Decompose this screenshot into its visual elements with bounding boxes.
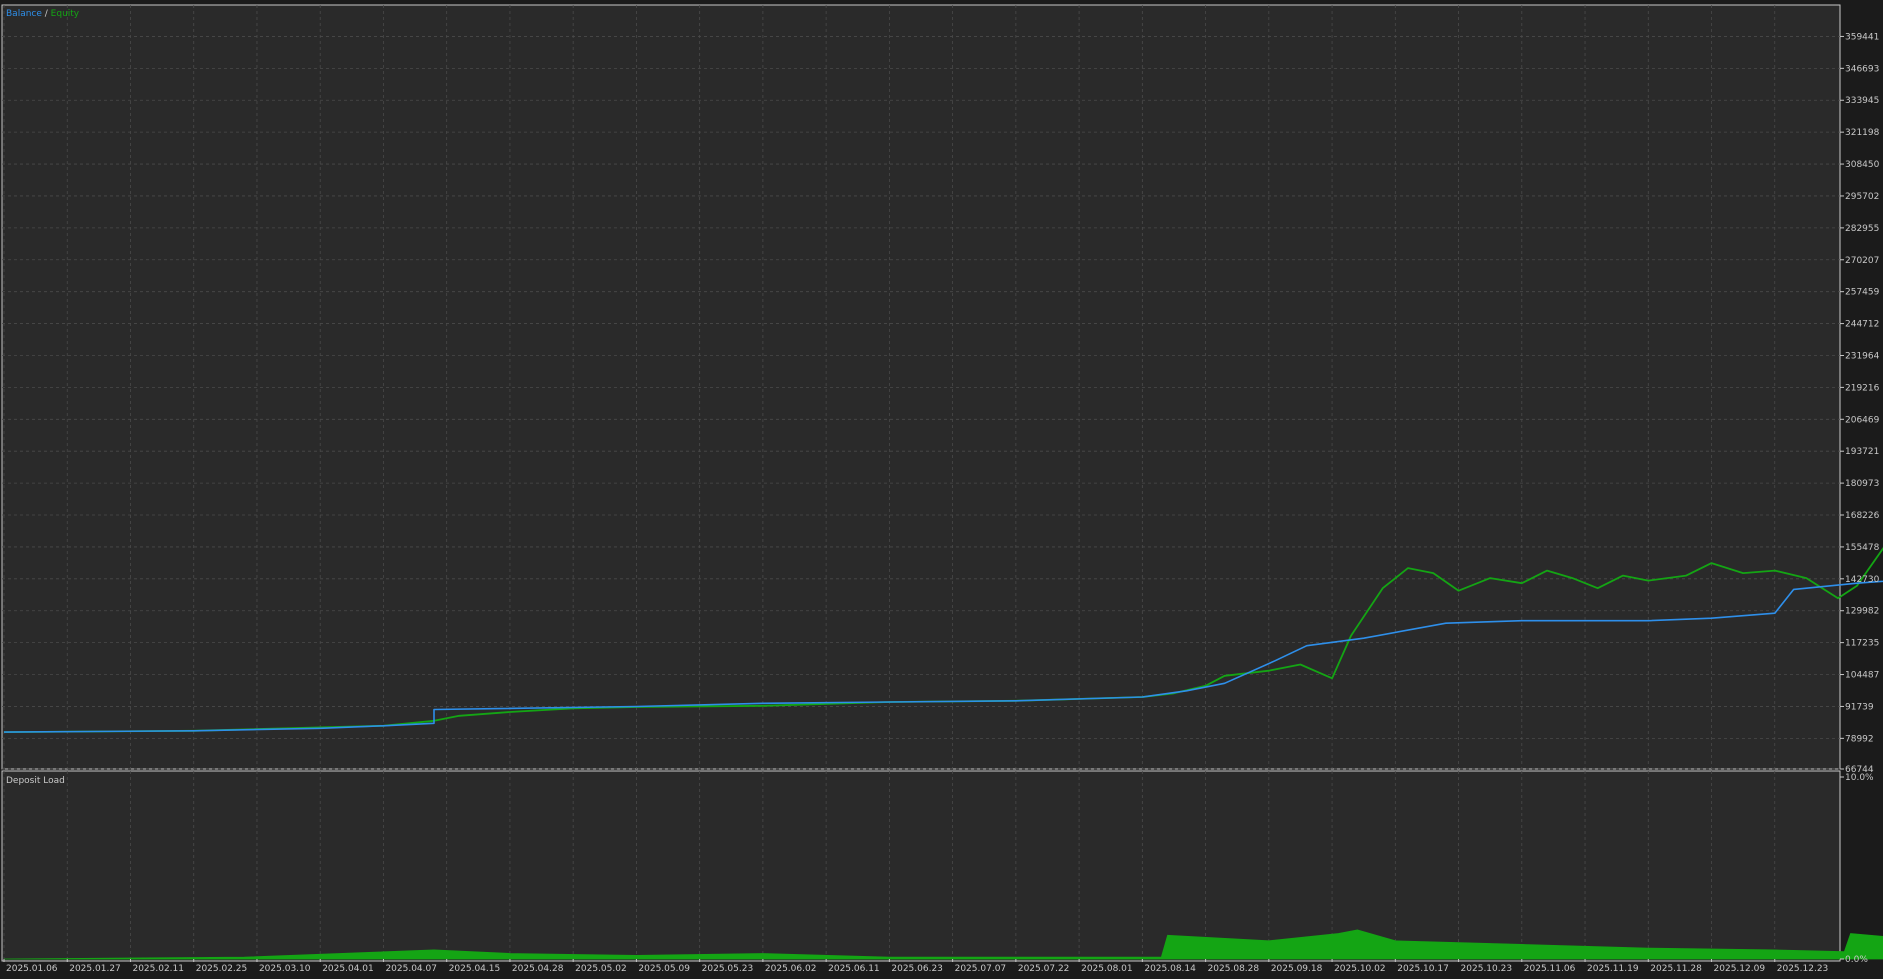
y-tick-label: 231964 bbox=[1845, 351, 1880, 361]
x-tick-label: 2025.01.06 bbox=[6, 964, 58, 974]
x-tick-label: 2025.11.19 bbox=[1587, 964, 1639, 974]
y-tick-label: 282955 bbox=[1845, 224, 1879, 234]
x-tick-label: 2025.01.27 bbox=[69, 964, 121, 974]
balance-equity-chart: 6674478992917391044871172351299821427301… bbox=[0, 0, 1883, 975]
x-tick-label: 2025.04.07 bbox=[385, 964, 437, 974]
x-tick-label: 2025.08.28 bbox=[1208, 964, 1260, 974]
x-tick-label: 2025.05.02 bbox=[575, 964, 627, 974]
x-tick-label: 2025.04.28 bbox=[512, 964, 564, 974]
x-tick-label: 2025.10.17 bbox=[1397, 964, 1449, 974]
x-tick-label: 2025.07.22 bbox=[1018, 964, 1070, 974]
x-tick-label: 2025.08.01 bbox=[1081, 964, 1133, 974]
y-tick-label: 117235 bbox=[1845, 639, 1879, 649]
x-tick-label: 2025.04.01 bbox=[322, 964, 374, 974]
legend-separator: / bbox=[42, 9, 51, 19]
x-tick-label: 2025.11.06 bbox=[1524, 964, 1576, 974]
x-tick-label: 2025.06.02 bbox=[765, 964, 817, 974]
y-tick-label: 321198 bbox=[1845, 128, 1880, 138]
load-y-tick-label: 0.0% bbox=[1845, 955, 1868, 965]
load-y-tick-label: 10.0% bbox=[1845, 773, 1874, 783]
y-tick-label: 155478 bbox=[1845, 543, 1880, 553]
y-tick-label: 129982 bbox=[1845, 607, 1879, 617]
chart-legend: Balance / Equity bbox=[6, 9, 80, 19]
y-tick-label: 91739 bbox=[1845, 702, 1874, 712]
y-tick-label: 257459 bbox=[1845, 288, 1880, 298]
x-tick-label: 2025.03.10 bbox=[259, 964, 311, 974]
x-tick-label: 2025.10.23 bbox=[1461, 964, 1513, 974]
y-tick-label: 270207 bbox=[1845, 256, 1879, 266]
x-tick-label: 2025.04.15 bbox=[449, 964, 501, 974]
y-tick-label: 180973 bbox=[1845, 479, 1879, 489]
y-tick-label: 206469 bbox=[1845, 415, 1880, 425]
y-tick-label: 193721 bbox=[1845, 447, 1879, 457]
x-tick-label: 2025.02.11 bbox=[132, 964, 184, 974]
y-tick-label: 78992 bbox=[1845, 734, 1874, 744]
x-tick-label: 2025.05.23 bbox=[702, 964, 754, 974]
y-tick-label: 359441 bbox=[1845, 32, 1879, 42]
y-tick-label: 295702 bbox=[1845, 192, 1879, 202]
x-tick-label: 2025.12.23 bbox=[1777, 964, 1829, 974]
x-tick-label: 2025.08.14 bbox=[1144, 964, 1196, 974]
legend-balance: Balance bbox=[6, 9, 42, 19]
y-tick-label: 104487 bbox=[1845, 671, 1879, 681]
x-tick-label: 2025.12.09 bbox=[1714, 964, 1766, 974]
x-tick-label: 2025.07.07 bbox=[955, 964, 1007, 974]
x-tick-label: 2025.06.11 bbox=[828, 964, 880, 974]
x-tick-label: 2025.10.02 bbox=[1334, 964, 1386, 974]
deposit-load-title: Deposit Load bbox=[6, 776, 65, 786]
y-tick-label: 168226 bbox=[1845, 511, 1880, 521]
x-tick-label: 2025.11.28 bbox=[1650, 964, 1702, 974]
y-tick-label: 219216 bbox=[1845, 383, 1880, 393]
legend-equity: Equity bbox=[51, 9, 80, 19]
y-tick-label: 346693 bbox=[1845, 64, 1879, 74]
x-tick-label: 2025.05.09 bbox=[638, 964, 690, 974]
y-tick-label: 333945 bbox=[1845, 96, 1879, 106]
x-tick-label: 2025.02.25 bbox=[196, 964, 248, 974]
y-tick-label: 142730 bbox=[1845, 575, 1880, 585]
deposit-load-pane bbox=[1, 770, 1841, 962]
x-tick-label: 2025.06.23 bbox=[891, 964, 943, 974]
y-tick-label: 244712 bbox=[1845, 320, 1879, 330]
y-tick-label: 308450 bbox=[1845, 160, 1880, 170]
x-tick-label: 2025.09.18 bbox=[1271, 964, 1323, 974]
chart-window: 66744 78992 91739 104487 117235 129982 142730 1… bbox=[0, 0, 1883, 975]
